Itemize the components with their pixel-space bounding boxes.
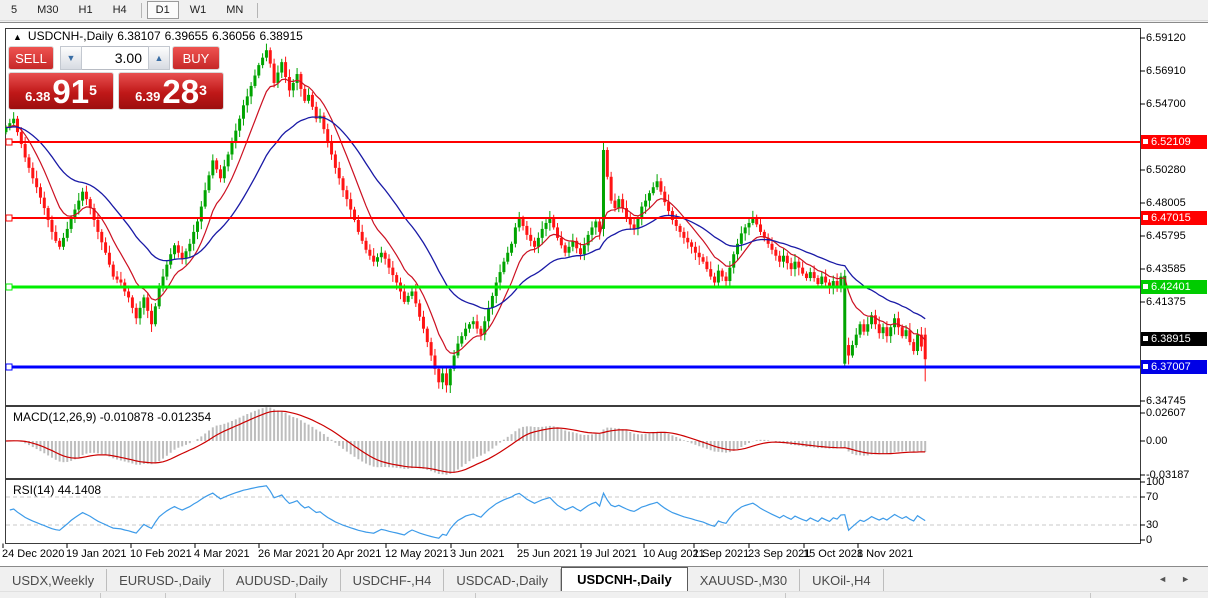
tab-usdcad-daily[interactable]: USDCAD-,Daily — [444, 569, 562, 591]
tag-nub — [1143, 284, 1148, 289]
level-handle[interactable] — [5, 214, 13, 222]
ohlc-high: 6.39655 — [164, 29, 209, 43]
tag-nub — [1143, 364, 1148, 369]
level-handle[interactable] — [5, 363, 13, 371]
sell-button[interactable]: SELL — [8, 46, 54, 70]
tf-button-5[interactable]: 5 — [2, 1, 26, 19]
tag-nub — [1143, 139, 1148, 144]
price-tick-label: 6.54700 — [1146, 98, 1186, 110]
rsi-label: RSI(14) 44.1408 — [13, 483, 102, 497]
date-tick-label: 25 Jun 2021 — [517, 548, 578, 560]
date-tick-label: 4 Mar 2021 — [194, 548, 250, 560]
buy-price-base: 6.39 — [135, 89, 161, 104]
tab-usdx-weekly[interactable]: USDX,Weekly — [0, 569, 108, 591]
tab-usdchf-h4[interactable]: USDCHF-,H4 — [341, 569, 445, 591]
tab-ukoil-h4[interactable]: UKOil-,H4 — [800, 569, 884, 591]
statusbar-separator — [1090, 593, 1091, 598]
price-tick-label: 6.43585 — [1146, 263, 1186, 275]
rsi-layer — [6, 485, 1139, 539]
statusbar-separator — [295, 593, 296, 598]
tab-audusd-daily[interactable]: AUDUSD-,Daily — [224, 569, 341, 591]
sell-price-box[interactable]: 6.38 91 5 — [8, 72, 114, 110]
symbol-period-label: USDCNH-,Daily — [27, 29, 114, 43]
tf-button-mn[interactable]: MN — [217, 1, 252, 19]
buy-price-pip: 3 — [199, 82, 207, 98]
tag-nub — [1143, 215, 1148, 220]
panel-frame-2 — [5, 479, 1141, 544]
ohlc-close: 6.38915 — [259, 29, 303, 43]
price-level-tag-6.47015[interactable]: 6.47015 — [1141, 211, 1207, 225]
ohlc-open: 6.38107 — [117, 29, 161, 43]
date-tick-label: 26 Mar 2021 — [258, 548, 320, 560]
date-tick-label: 10 Feb 2021 — [130, 548, 192, 560]
price-level-tag-6.37007[interactable]: 6.37007 — [1141, 360, 1207, 374]
sell-price-base: 6.38 — [25, 89, 51, 104]
price-level-tag-6.52109[interactable]: 6.52109 — [1141, 135, 1207, 149]
volume-input[interactable] — [82, 46, 148, 70]
sell-price-pip: 5 — [89, 82, 97, 98]
toolbar-separator — [140, 2, 142, 18]
price-tick-label: 6.41375 — [1146, 296, 1186, 308]
statusbar-separator — [785, 593, 786, 598]
buy-button[interactable]: BUY — [172, 46, 220, 70]
volume-increase-button[interactable]: ▲ — [148, 46, 170, 70]
price-tick-label: 6.48005 — [1146, 197, 1186, 209]
status-bar — [0, 591, 1208, 598]
tf-button-w1[interactable]: W1 — [181, 1, 216, 19]
statusbar-separator — [100, 593, 101, 598]
price-level-tag-6.38915[interactable]: 6.38915 — [1141, 332, 1207, 346]
level-handle[interactable] — [5, 138, 13, 146]
sell-price-big: 91 — [52, 73, 90, 110]
ohlc-low: 6.36056 — [212, 29, 256, 43]
date-tick-label: 15 Oct 2021 — [803, 548, 863, 560]
price-tick-label: 6.45795 — [1146, 230, 1186, 242]
tab-xauusd-m30[interactable]: XAUUSD-,M30 — [688, 569, 801, 591]
one-click-trading-widget: SELL ▼ ▲ BUY 6.38 91 5 6.39 28 3 — [8, 46, 224, 110]
tab-usdcnh-daily[interactable]: USDCNH-,Daily — [561, 567, 688, 591]
indicator-tick-label: 0 — [1146, 534, 1153, 546]
timeframe-toolbar: 5 M30 H1 H4 D1 W1 MN — [0, 0, 1208, 21]
date-tick-label: 12 May 2021 — [385, 548, 449, 560]
collapse-arrow-icon[interactable]: ▲ — [13, 32, 22, 42]
price-tick-label: 6.50280 — [1146, 164, 1186, 176]
tab-scroll-left-icon[interactable]: ◄ — [1158, 574, 1167, 584]
buy-price-big: 28 — [162, 73, 200, 110]
date-tick-label: 8 Nov 2021 — [857, 548, 914, 560]
tag-nub — [1143, 336, 1148, 341]
date-tick-label: 20 Apr 2021 — [322, 548, 382, 560]
tf-button-h1[interactable]: H1 — [70, 1, 102, 19]
tab-eurusd-daily[interactable]: EURUSD-,Daily — [107, 569, 224, 591]
mt4-terminal: 5 M30 H1 H4 D1 W1 MN ▲ USDCNH-,Daily 6.38107 6.39… — [0, 0, 1208, 598]
indicator-tick-label: 100 — [1146, 476, 1165, 488]
chart-tab-bar: USDX,Weekly EURUSD-,Daily AUDUSD-,Daily USD… — [0, 566, 1208, 591]
volume-decrease-button[interactable]: ▼ — [60, 46, 82, 70]
tf-button-m30[interactable]: M30 — [28, 1, 67, 19]
price-tick-label: 6.59120 — [1146, 32, 1186, 44]
indicator-tick-label: 70 — [1146, 491, 1159, 503]
indicator-tick-label: 0.02607 — [1146, 407, 1186, 419]
date-tick-label: 19 Jan 2021 — [66, 548, 127, 560]
tf-button-h4[interactable]: H4 — [104, 1, 136, 19]
date-tick-label: 24 Dec 2020 — [2, 548, 65, 560]
level-handle[interactable] — [5, 283, 13, 291]
chart-title: ▲ USDCNH-,Daily 6.38107 6.39655 6.36056 6.389… — [13, 29, 307, 43]
buy-price-box[interactable]: 6.39 28 3 — [118, 72, 224, 110]
date-tick-label: 1 Sep 2021 — [693, 548, 750, 560]
indicator-tick-label: 0.00 — [1146, 435, 1168, 447]
date-tick-label: 23 Sep 2021 — [748, 548, 811, 560]
macd-label: MACD(12,26,9) -0.010878 -0.012354 — [13, 410, 212, 424]
date-tick-label: 3 Jun 2021 — [450, 548, 505, 560]
toolbar-separator — [257, 2, 259, 18]
tf-button-d1[interactable]: D1 — [146, 1, 179, 19]
price-tick-label: 6.34745 — [1146, 395, 1186, 407]
indicator-tick-label: 30 — [1146, 519, 1159, 531]
price-level-tag-6.42401[interactable]: 6.42401 — [1141, 280, 1207, 294]
price-tick-label: 6.56910 — [1146, 65, 1186, 77]
statusbar-separator — [165, 593, 166, 598]
date-tick-label: 19 Jul 2021 — [580, 548, 637, 560]
tab-scroll-right-icon[interactable]: ► — [1181, 574, 1190, 584]
statusbar-separator — [475, 593, 476, 598]
chart-window: ▲ USDCNH-,Daily 6.38107 6.39655 6.36056 6.389… — [0, 22, 1208, 567]
